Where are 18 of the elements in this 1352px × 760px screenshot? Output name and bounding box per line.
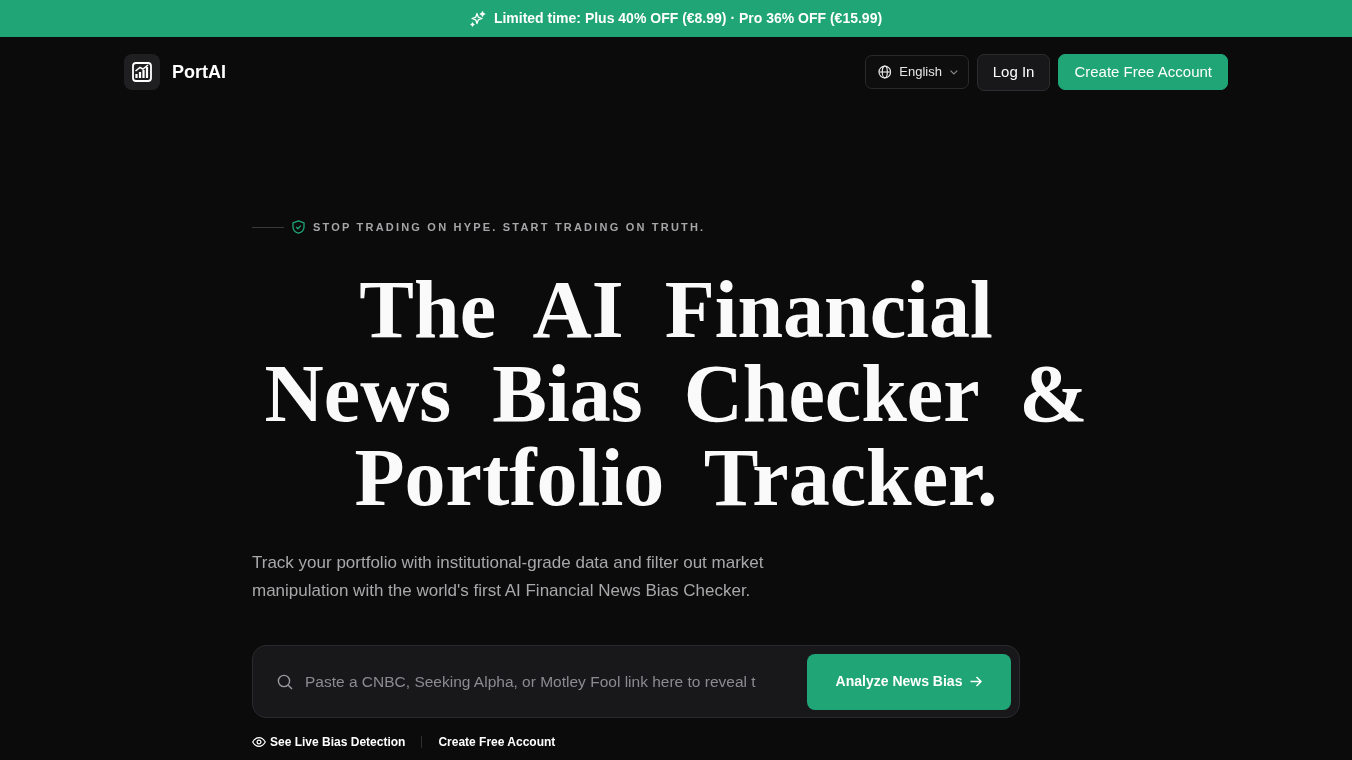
- sparkle-icon: [469, 10, 486, 27]
- hero-link[interactable]: Create Free Account: [438, 734, 556, 750]
- tagline: STOP TRADING ON HYPE. START TRADING ON TRUTH.: [313, 220, 706, 235]
- arrow-right-icon: [970, 676, 983, 687]
- search-icon: [277, 673, 293, 690]
- language-dropdown[interactable]: English: [864, 55, 969, 89]
- chevron-down-icon: [949, 69, 958, 75]
- link-input-field[interactable]: Paste a CNBC, Seeking Alpha, or Motley Fool link here to reveal t: [305, 669, 791, 694]
- log-in-button[interactable]: Log In: [976, 53, 1051, 91]
- bar-chart-logo-icon[interactable]: [124, 54, 160, 90]
- eye-icon: [252, 737, 266, 747]
- brand-name[interactable]: PortAI: [172, 58, 226, 86]
- hero-headline: The AI Financial News Bias Checker & Portfolio Tracker.: [263, 268, 1089, 520]
- shield-check-icon: [292, 220, 305, 234]
- promo-text: Limited time: Plus 40% OFF (€8.99) · Pro 36% OFF (€15.99): [493, 9, 883, 28]
- globe-icon: [877, 65, 892, 79]
- hero-link[interactable]: See Live Bias Detection: [252, 734, 406, 750]
- hero-description: Track your portfolio with institutional-grade data and filter out market manipulation with the world's first AI Financial News Bias Checker.: [252, 552, 765, 602]
